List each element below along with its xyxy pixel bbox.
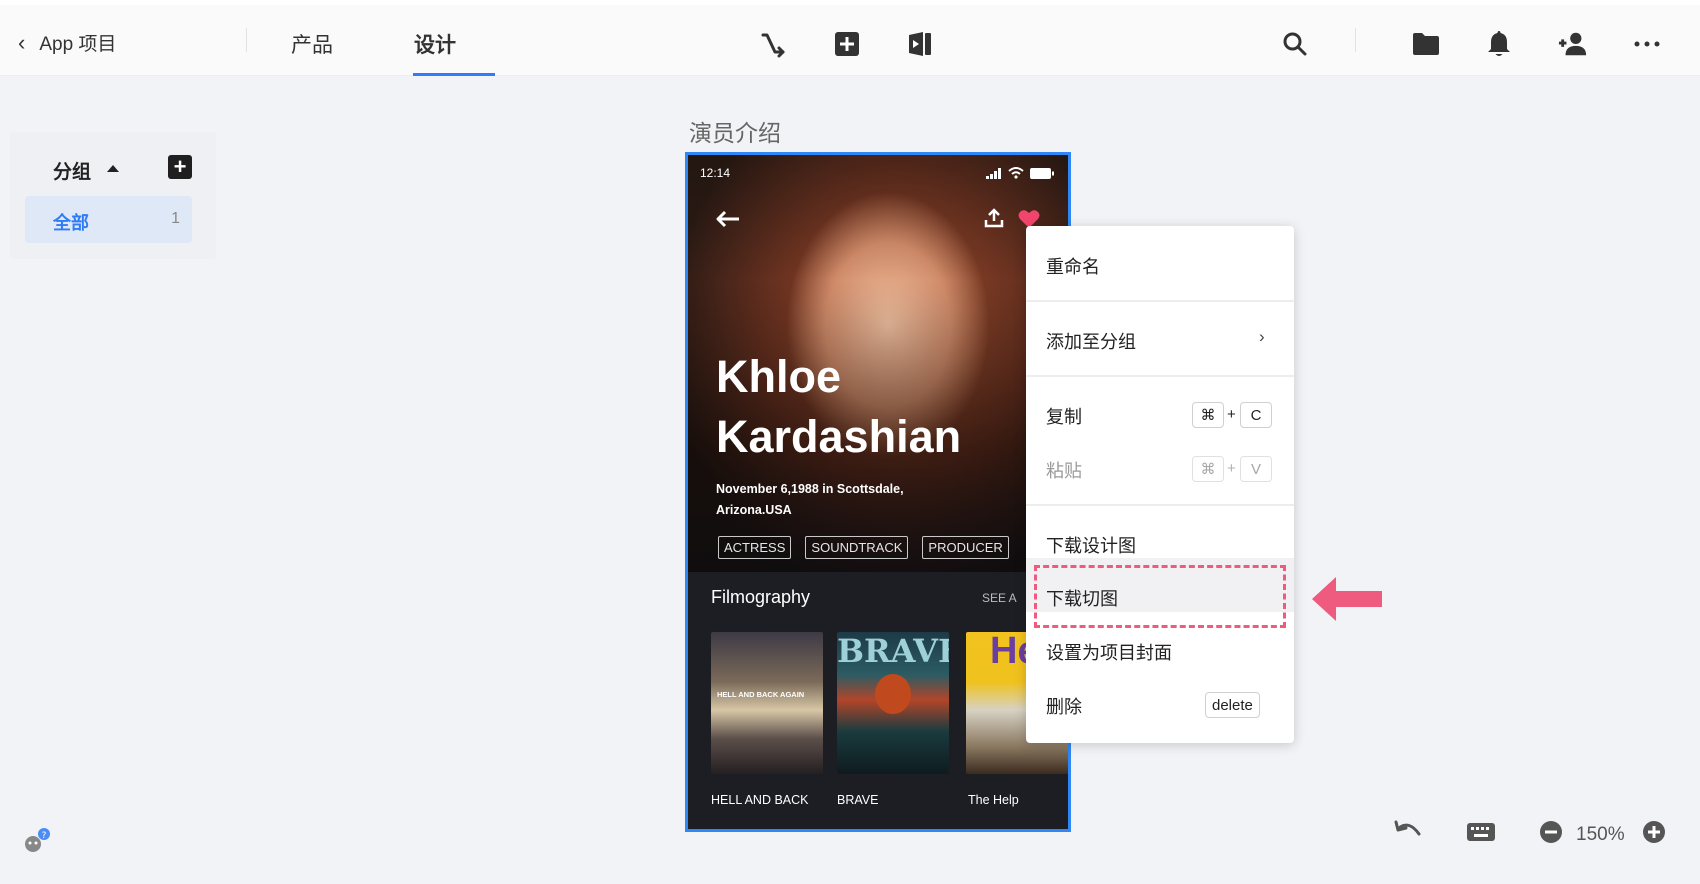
film-caption: The Help xyxy=(968,793,1019,807)
top-bar: ‹ App 项目 产品 设计 xyxy=(0,5,1700,76)
highlight-box xyxy=(1034,565,1286,628)
keyboard-icon[interactable] xyxy=(1466,818,1496,851)
menu-divider xyxy=(1026,300,1294,302)
help-icon[interactable]: ? xyxy=(22,827,52,860)
menu-item-download-design[interactable]: 下载设计图 xyxy=(1046,532,1136,558)
film-caption: HELL AND BACK xyxy=(711,793,809,807)
plus-sign: + xyxy=(1227,406,1236,423)
signal-icon xyxy=(986,167,1001,179)
film-caption: BRAVE xyxy=(837,793,879,807)
hero-image: 12:14 Khloe Kardashian November 6,1988 i… xyxy=(688,155,1068,572)
tag: PRODUCER xyxy=(922,536,1009,559)
svg-text:?: ? xyxy=(42,831,47,841)
undo-icon[interactable] xyxy=(1393,818,1423,851)
actor-bio: November 6,1988 in Scottsdale, Arizona.U… xyxy=(716,482,904,517)
connect-icon[interactable] xyxy=(758,29,788,59)
wifi-icon xyxy=(1008,167,1024,179)
chevron-left-icon: ‹ xyxy=(18,29,26,55)
artboard[interactable]: 12:14 Khloe Kardashian November 6,1988 i… xyxy=(685,152,1071,832)
add-group-button[interactable]: + xyxy=(168,155,192,179)
battery-icon xyxy=(1030,167,1054,179)
poster-image: BRAVE xyxy=(837,632,949,774)
key-c: C xyxy=(1240,402,1272,428)
add-artboard-icon[interactable] xyxy=(832,29,862,59)
group-item-count: 1 xyxy=(171,210,180,227)
tag: ACTRESS xyxy=(718,536,792,559)
poster-text: BRAVE xyxy=(837,632,949,670)
bell-icon[interactable] xyxy=(1484,29,1514,59)
context-menu: 重命名 添加至分组 › 复制 ⌘ + C 粘贴 ⌘ + V 下载设计图 下载切图… xyxy=(1026,226,1294,743)
see-all-link: SEE A xyxy=(982,591,1017,605)
menu-divider xyxy=(1026,375,1294,377)
menu-item-rename[interactable]: 重命名 xyxy=(1046,253,1100,279)
key-v: V xyxy=(1240,456,1272,482)
folder-icon[interactable] xyxy=(1411,29,1441,59)
character-illustration xyxy=(875,674,911,714)
tab-product[interactable]: 产品 xyxy=(291,29,333,59)
add-member-icon[interactable] xyxy=(1558,29,1588,59)
project-name: App 项目 xyxy=(39,34,117,55)
actor-name: Khloe Kardashian xyxy=(716,351,962,462)
plus-sign: + xyxy=(1227,460,1236,477)
zoom-out-icon[interactable] xyxy=(1537,818,1565,851)
command-key: ⌘ xyxy=(1192,402,1224,428)
divider xyxy=(1355,28,1356,52)
zoom-in-icon[interactable] xyxy=(1640,818,1668,851)
menu-item-paste[interactable]: 粘贴 xyxy=(1046,457,1082,483)
back-button[interactable]: ‹ App 项目 xyxy=(18,29,116,56)
group-title: 分组 xyxy=(53,162,92,183)
tag: SOUNDTRACK xyxy=(805,536,909,559)
menu-divider xyxy=(1026,504,1294,506)
more-icon[interactable] xyxy=(1632,29,1662,59)
menu-item-delete[interactable]: 删除 xyxy=(1046,693,1082,719)
group-panel: 分组 + 全部 1 xyxy=(10,132,216,259)
status-icons xyxy=(986,167,1054,179)
command-key: ⌘ xyxy=(1192,456,1224,482)
caret-up-icon[interactable] xyxy=(107,165,119,172)
poster-image: HELL AND BACK AGAIN xyxy=(711,632,823,774)
prototype-icon[interactable] xyxy=(905,29,935,59)
chevron-right-icon: › xyxy=(1259,327,1265,346)
tag-list: ACTRESS SOUNDTRACK PRODUCER xyxy=(718,536,1009,559)
menu-item-set-cover[interactable]: 设置为项目封面 xyxy=(1046,639,1172,665)
divider xyxy=(246,28,247,52)
menu-item-add-to-group[interactable]: 添加至分组 xyxy=(1046,328,1136,354)
group-item-all[interactable]: 全部 1 xyxy=(25,196,192,243)
section-title: Filmography xyxy=(711,587,811,607)
zoom-level: 150% xyxy=(1576,824,1625,845)
tab-design[interactable]: 设计 xyxy=(414,29,456,59)
poster-text: HELL AND BACK AGAIN xyxy=(717,690,805,699)
arrow-left-icon xyxy=(1312,575,1382,628)
menu-item-copy[interactable]: 复制 xyxy=(1046,403,1082,429)
arrow-left-icon[interactable] xyxy=(716,210,740,233)
artboard-title[interactable]: 演员介绍 xyxy=(689,114,781,148)
search-icon[interactable] xyxy=(1280,29,1310,59)
share-icon[interactable] xyxy=(984,208,1004,233)
delete-key: delete xyxy=(1205,692,1260,718)
status-time: 12:14 xyxy=(700,166,731,180)
group-item-label: 全部 xyxy=(53,213,89,233)
